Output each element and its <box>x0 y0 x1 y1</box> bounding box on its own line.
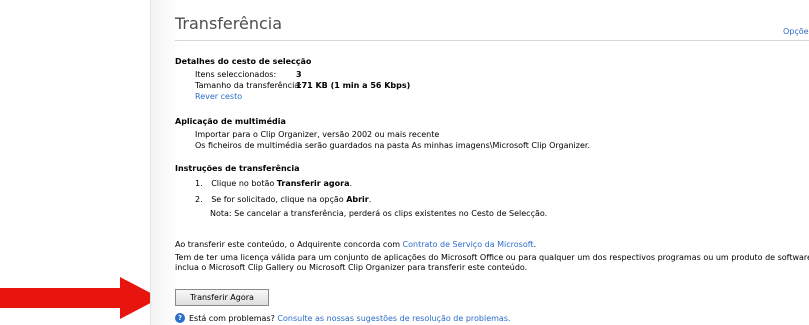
step-2-prefix: Se for solicitado, clique na opção <box>211 195 347 204</box>
page-title: Transferência <box>175 14 283 33</box>
step-1: 1. Clique no botão Transferir agora. <box>195 179 352 188</box>
step-1-bold: Transferir agora <box>276 179 350 188</box>
download-now-button[interactable]: Transferir Agora <box>175 289 269 306</box>
cancel-note: Nota: Se cancelar a transferência, perde… <box>210 209 548 218</box>
basket-heading: Detalhes do cesto de selecção <box>175 57 312 66</box>
license-line-1: Tem de ter uma licença válida para um co… <box>175 253 809 262</box>
media-app-line-1: Importar para o Clip Organizer, versão 2… <box>195 130 440 139</box>
title-divider <box>175 40 809 41</box>
download-size-value: 171 KB (1 min a 56 Kbps) <box>296 81 411 90</box>
download-panel: Transferência Opçõe Detalhes do cesto de… <box>150 0 809 325</box>
agreement-text: Ao transferir este conteúdo, o Adquirent… <box>175 240 536 249</box>
help-text: Está com problemas? Consulte as nossas s… <box>189 314 511 323</box>
help-icon: ? <box>175 313 185 323</box>
step-2-bold: Abrir <box>346 195 369 204</box>
step-1-suffix: . <box>349 179 353 188</box>
agreement-prefix: Ao transferir este conteúdo, o Adquirent… <box>175 240 403 249</box>
service-agreement-link[interactable]: Contrato de Serviço da Microsoft <box>403 240 534 249</box>
license-line-2: inclua o Microsoft Clip Gallery ou Micro… <box>175 263 528 272</box>
options-link[interactable]: Opçõe <box>783 27 809 36</box>
step-1-prefix: Clique no botão <box>211 179 277 188</box>
troubleshooting-link[interactable]: Consulte as nossas sugestões de resoluçã… <box>277 314 510 323</box>
media-app-heading: Aplicação de multimédia <box>175 117 286 126</box>
instructions-heading: Instruções de transferência <box>175 164 300 173</box>
help-prefix: Está com problemas? <box>189 314 278 323</box>
step-2-number: 2. <box>195 195 203 204</box>
items-selected-label: Itens seleccionados: <box>195 70 277 79</box>
download-size-label: Tamanho da transferência: <box>195 81 302 90</box>
arrow-shape <box>0 277 160 319</box>
step-2: 2. Se for solicitado, clique na opção Ab… <box>195 195 371 204</box>
step-2-suffix: . <box>368 195 372 204</box>
panel-border <box>150 0 151 325</box>
media-app-line-2: Os ficheiros de multimédia serão guardad… <box>195 141 590 150</box>
review-basket-link[interactable]: Rever cesto <box>195 92 242 101</box>
red-arrow-annotation <box>0 277 160 319</box>
items-selected-value: 3 <box>296 70 302 79</box>
agreement-suffix: . <box>533 240 537 249</box>
step-1-number: 1. <box>195 179 203 188</box>
